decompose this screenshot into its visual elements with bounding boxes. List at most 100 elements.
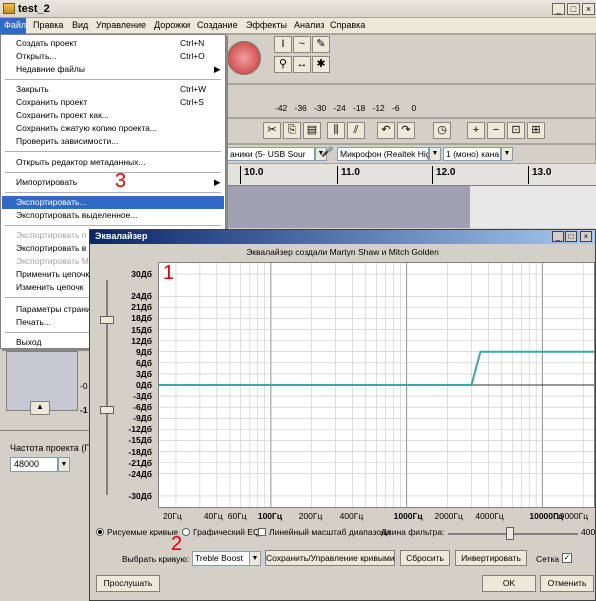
submenu-arrow-icon: ▶ bbox=[214, 177, 221, 187]
y-tick-label: 0Дб bbox=[135, 380, 152, 390]
preview-button[interactable]: Прослушать bbox=[96, 575, 160, 592]
silence-icon[interactable]: ⫽ bbox=[347, 122, 365, 139]
menu-1[interactable]: Правка bbox=[33, 20, 63, 30]
menu-5[interactable]: Создание bbox=[197, 20, 238, 30]
menu-6[interactable]: Эффекты bbox=[246, 20, 287, 30]
minimize-button[interactable]: _ bbox=[552, 3, 565, 15]
eq-close-button[interactable]: × bbox=[580, 231, 592, 242]
y-tick-label: 9Дб bbox=[135, 346, 152, 357]
file-menu-item-7[interactable]: Проверить зависимости... bbox=[2, 135, 224, 148]
graphic-eq-label: Графический EQ bbox=[193, 527, 260, 537]
save-manage-curves-button[interactable]: Сохранить/Управление кривыми bbox=[265, 550, 395, 566]
trim-icon[interactable]: ⫼ bbox=[327, 122, 345, 139]
file-menu-item-2[interactable]: Недавние файлы ▶ bbox=[2, 63, 224, 76]
file-menu-item-4[interactable]: Сохранить проект Ctrl+S bbox=[2, 96, 224, 109]
file-menu-shortcut: Ctrl+N bbox=[180, 38, 205, 48]
close-button[interactable]: × bbox=[582, 3, 595, 15]
x-tick-label: 200Гц bbox=[298, 511, 323, 521]
linear-scale-checkbox[interactable] bbox=[258, 528, 266, 536]
channels-select[interactable]: 1 (моно) кана bbox=[443, 147, 501, 161]
zoom-tool-icon[interactable]: ⚲ bbox=[274, 56, 292, 73]
eq-credit: Эквалайзер создали Martyn Shaw и Mitch G… bbox=[246, 247, 439, 257]
menu-0[interactable]: Файл bbox=[4, 20, 26, 30]
envelope-tool-icon[interactable]: ~ bbox=[293, 36, 311, 53]
menu-7[interactable]: Анализ bbox=[294, 20, 324, 30]
timeshift-tool-icon[interactable]: ↔ bbox=[293, 56, 311, 73]
cancel-button[interactable]: Отменить bbox=[540, 575, 594, 592]
file-menu-item-11[interactable]: Экспортировать выделенное... bbox=[2, 209, 224, 222]
sync-lock-icon[interactable]: ◷ bbox=[433, 122, 451, 139]
track-area[interactable] bbox=[470, 186, 596, 228]
y-tick-label: 12Дб bbox=[131, 335, 152, 346]
file-menu-item-8[interactable]: Открыть редактор метаданных... bbox=[2, 156, 224, 169]
x-tick-label: 40Гц bbox=[203, 511, 223, 521]
file-menu-item-6[interactable]: Сохранить сжатую копию проекта... bbox=[2, 122, 224, 135]
menu-separator bbox=[5, 225, 221, 226]
eq-graph[interactable] bbox=[158, 262, 595, 508]
project-rate-dropdown[interactable]: ▼ bbox=[58, 457, 70, 472]
reset-button[interactable]: Сбросить bbox=[400, 550, 450, 566]
cut-icon[interactable]: ✂ bbox=[263, 122, 281, 139]
zoom-out-icon[interactable]: − bbox=[487, 122, 505, 139]
file-menu-item-0[interactable]: Создать проект Ctrl+N bbox=[2, 37, 224, 50]
paste-icon[interactable]: ▤ bbox=[303, 122, 321, 139]
menu-2[interactable]: Вид bbox=[72, 20, 88, 30]
file-menu-shortcut: Ctrl+O bbox=[180, 51, 205, 61]
file-menu-item-label: Параметры страни bbox=[16, 304, 91, 314]
undo-icon[interactable]: ↶ bbox=[377, 122, 395, 139]
fit-selection-icon[interactable]: ⊡ bbox=[507, 122, 525, 139]
curve-select-dropdown[interactable]: ▼ bbox=[249, 551, 261, 566]
redo-icon[interactable]: ↷ bbox=[397, 122, 415, 139]
x-axis-labels: 20Гц 40Гц 60Гц 100Гц 200Гц 400Гц 1000Гц 2000Гц 4… bbox=[158, 511, 595, 523]
eq-minimize-button[interactable]: _ bbox=[552, 231, 564, 242]
y-axis-labels: 30Дб 24Дб 21Дб 18Дб 15Дб 12Дб 9Дб 6Дб 3Дб 0Дб -3Дб… bbox=[112, 230, 156, 520]
channels-dropdown[interactable]: ▼ bbox=[501, 147, 513, 161]
draw-curves-radio[interactable] bbox=[96, 528, 104, 536]
menu-4[interactable]: Дорожки bbox=[154, 20, 190, 30]
annotation-1: 1 bbox=[163, 262, 175, 284]
output-device-select[interactable]: аники (5- USB Sour bbox=[227, 147, 315, 161]
file-menu-item-5[interactable]: Сохранить проект как... bbox=[2, 109, 224, 122]
record-button[interactable] bbox=[227, 41, 261, 75]
timeline-label: 10.0 bbox=[244, 167, 264, 178]
menu-8[interactable]: Справка bbox=[330, 20, 365, 30]
menu-3[interactable]: Управление bbox=[96, 20, 146, 30]
menu-separator bbox=[5, 79, 221, 80]
y-tick-label: -6Дб bbox=[133, 402, 152, 413]
select-tool-icon[interactable]: I bbox=[274, 36, 292, 53]
file-menu-item-label: Сохранить сжатую копию проекта... bbox=[16, 123, 157, 133]
file-menu-item-9[interactable]: Импортировать ▶ bbox=[2, 176, 224, 189]
filter-length-label: Длина фильтра: bbox=[381, 527, 445, 537]
ok-button[interactable]: OK bbox=[482, 575, 536, 592]
copy-icon[interactable]: ⎘ bbox=[283, 122, 301, 139]
input-device-dropdown[interactable]: ▼ bbox=[429, 147, 441, 161]
file-menu-item-3[interactable]: Закрыть Ctrl+W bbox=[2, 83, 224, 96]
meter-tick: -42 bbox=[275, 103, 288, 113]
input-device-select[interactable]: Микрофон (Realtek Hig bbox=[337, 147, 429, 161]
graphic-eq-radio[interactable] bbox=[182, 528, 190, 536]
y-tick-label: -21Дб bbox=[128, 457, 152, 468]
timeline-ruler[interactable]: 10.0 11.0 12.0 13.0 bbox=[226, 164, 596, 186]
grid-checkbox[interactable]: ✓ bbox=[562, 553, 572, 563]
eq-curve-plot[interactable] bbox=[159, 263, 594, 507]
file-menu-shortcut: Ctrl+S bbox=[180, 97, 204, 107]
zoom-in-icon[interactable]: + bbox=[467, 122, 485, 139]
draw-tool-icon[interactable]: ✎ bbox=[312, 36, 330, 53]
maximize-button[interactable]: □ bbox=[567, 3, 580, 15]
file-menu-item-10[interactable]: Экспортировать... bbox=[2, 196, 224, 209]
grid-label: Сетка bbox=[536, 554, 560, 564]
eq-maximize-button[interactable]: □ bbox=[565, 231, 577, 242]
curve-select[interactable]: Treble Boost bbox=[192, 551, 250, 566]
fit-project-icon[interactable]: ⊞ bbox=[527, 122, 545, 139]
project-rate-select[interactable]: 48000 bbox=[10, 457, 58, 472]
selected-region[interactable] bbox=[226, 186, 470, 228]
file-menu-item-label: Недавние файлы bbox=[16, 64, 85, 74]
filter-length-thumb[interactable] bbox=[506, 527, 514, 540]
collapse-track-icon[interactable]: ▲ bbox=[30, 401, 50, 415]
file-menu-item-1[interactable]: Открыть... Ctrl+O bbox=[2, 50, 224, 63]
menu-separator bbox=[5, 151, 221, 152]
track-scale-1: -1 bbox=[80, 405, 88, 415]
x-tick-label: 100Гц bbox=[257, 511, 283, 521]
multi-tool-icon[interactable]: ✱ bbox=[312, 56, 330, 73]
invert-button[interactable]: Инвертировать bbox=[455, 550, 527, 566]
